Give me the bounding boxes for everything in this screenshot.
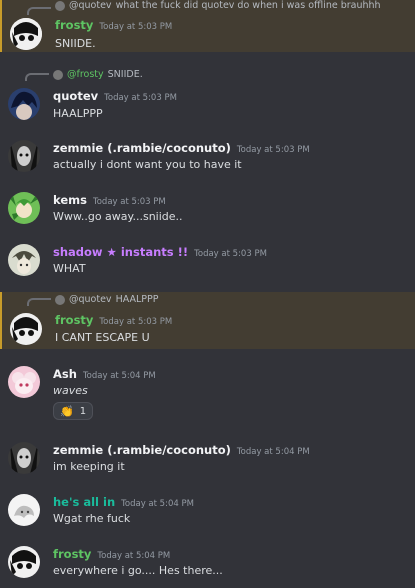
author-label[interactable]: zemmie (.rambie/coconuto) (53, 141, 231, 155)
clapping-hands-icon: 👏 (60, 404, 74, 418)
reply-text: SNIIDE. (107, 69, 143, 80)
author-label[interactable]: frosty (55, 18, 93, 32)
avatar[interactable] (10, 18, 42, 50)
message-content: WHAT (53, 262, 86, 275)
message-item[interactable]: shadow ★ instants !! Today at 5:03 PM WHA… (0, 242, 415, 282)
author-name[interactable]: he's all in Today at 5:04 PM (53, 495, 194, 509)
avatar[interactable] (10, 313, 42, 345)
avatar[interactable] (8, 494, 40, 526)
author-label[interactable]: he's all in (53, 495, 115, 509)
reply-text: what the fuck did quotev do when i was o… (115, 0, 381, 11)
reply-preview[interactable]: @quotev what the fuck did quotev do when… (55, 0, 381, 11)
message-content: im keeping it (53, 460, 125, 473)
author-name[interactable]: shadow ★ instants !! Today at 5:03 PM (53, 245, 267, 259)
reply-avatar (55, 294, 65, 305)
timestamp: Today at 5:03 PM (92, 197, 166, 207)
reply-avatar (53, 69, 63, 80)
timestamp: Today at 5:03 PM (99, 22, 173, 32)
timestamp: Today at 5:03 PM (236, 145, 310, 155)
reply-username[interactable]: @quotev (69, 294, 112, 305)
author-name[interactable]: frosty Today at 5:03 PM (55, 18, 172, 32)
avatar[interactable] (8, 366, 40, 398)
message-content: waves (53, 384, 88, 397)
timestamp: Today at 5:04 PM (97, 551, 171, 561)
avatar[interactable] (8, 244, 40, 276)
message-content: actually i dont want you to have it (53, 158, 242, 171)
author-name[interactable]: Ash Today at 5:04 PM (53, 367, 156, 381)
author-name[interactable]: frosty Today at 5:03 PM (55, 313, 172, 327)
timestamp: Today at 5:03 PM (194, 249, 267, 259)
author-name[interactable]: quotev Today at 5:03 PM (53, 89, 177, 103)
message-content: Wgat rhe fuck (53, 512, 131, 525)
message-item[interactable]: @frosty SNIIDE. quotev Today at 5:03 PM H… (0, 66, 415, 126)
avatar[interactable] (8, 88, 40, 120)
author-name[interactable]: frosty Today at 5:04 PM (53, 547, 170, 561)
timestamp: Today at 5:03 PM (104, 93, 177, 103)
message-content: Www..go away...sniide.. (53, 210, 183, 223)
message-item[interactable]: @quotev HAALPPP frosty Today at 5:03 PM I… (0, 292, 415, 349)
reply-preview[interactable]: @quotev HAALPPP (55, 294, 158, 305)
message-item[interactable]: zemmie (.rambie/coconuto) Today at 5:04 P… (0, 440, 415, 480)
reply-text: HAALPPP (115, 294, 159, 305)
avatar[interactable] (8, 546, 40, 578)
reply-username[interactable]: @frosty (67, 69, 104, 80)
reply-connector (25, 73, 49, 81)
reply-preview[interactable]: @frosty SNIIDE. (53, 69, 143, 80)
reply-connector (27, 298, 51, 306)
avatar[interactable] (8, 442, 40, 474)
author-label[interactable]: Ash (53, 367, 77, 381)
author-name[interactable]: zemmie (.rambie/coconuto) Today at 5:03 P… (53, 141, 310, 155)
avatar[interactable] (8, 140, 40, 172)
message-item[interactable]: Ash Today at 5:04 PM waves 👏 1 (0, 364, 415, 426)
message-item[interactable]: @quotev what the fuck did quotev do when… (0, 0, 415, 52)
author-label[interactable]: kems (53, 193, 87, 207)
timestamp: Today at 5:04 PM (236, 447, 310, 457)
message-content: I CANT ESCAPE U (55, 331, 150, 344)
message-item[interactable]: zemmie (.rambie/coconuto) Today at 5:03 P… (0, 138, 415, 178)
author-label[interactable]: frosty (55, 313, 93, 327)
message-item[interactable]: kems Today at 5:03 PM Www..go away...snii… (0, 190, 415, 230)
message-item[interactable]: frosty Today at 5:04 PM everywhere i go..… (0, 544, 415, 584)
avatar[interactable] (8, 192, 40, 224)
author-label[interactable]: zemmie (.rambie/coconuto) (53, 443, 231, 457)
message-item[interactable]: he's all in Today at 5:04 PM Wgat rhe fuc… (0, 492, 415, 532)
author-label[interactable]: quotev (53, 89, 98, 103)
timestamp: Today at 5:04 PM (121, 499, 194, 509)
author-label[interactable]: frosty (53, 547, 91, 561)
author-label[interactable]: shadow ★ instants !! (53, 245, 188, 259)
reaction-button[interactable]: 👏 1 (53, 402, 94, 420)
reply-connector (27, 7, 51, 15)
reaction-count: 1 (79, 405, 87, 417)
message-content: SNIIDE. (55, 37, 96, 50)
author-name[interactable]: zemmie (.rambie/coconuto) Today at 5:04 P… (53, 443, 310, 457)
timestamp: Today at 5:03 PM (99, 317, 173, 327)
reply-avatar (55, 0, 65, 11)
timestamp: Today at 5:04 PM (82, 371, 156, 381)
author-name[interactable]: kems Today at 5:03 PM (53, 193, 166, 207)
message-content: everywhere i go.... Hes there... (53, 564, 223, 577)
reply-username[interactable]: @quotev (69, 0, 112, 11)
message-content: HAALPPP (53, 107, 103, 120)
